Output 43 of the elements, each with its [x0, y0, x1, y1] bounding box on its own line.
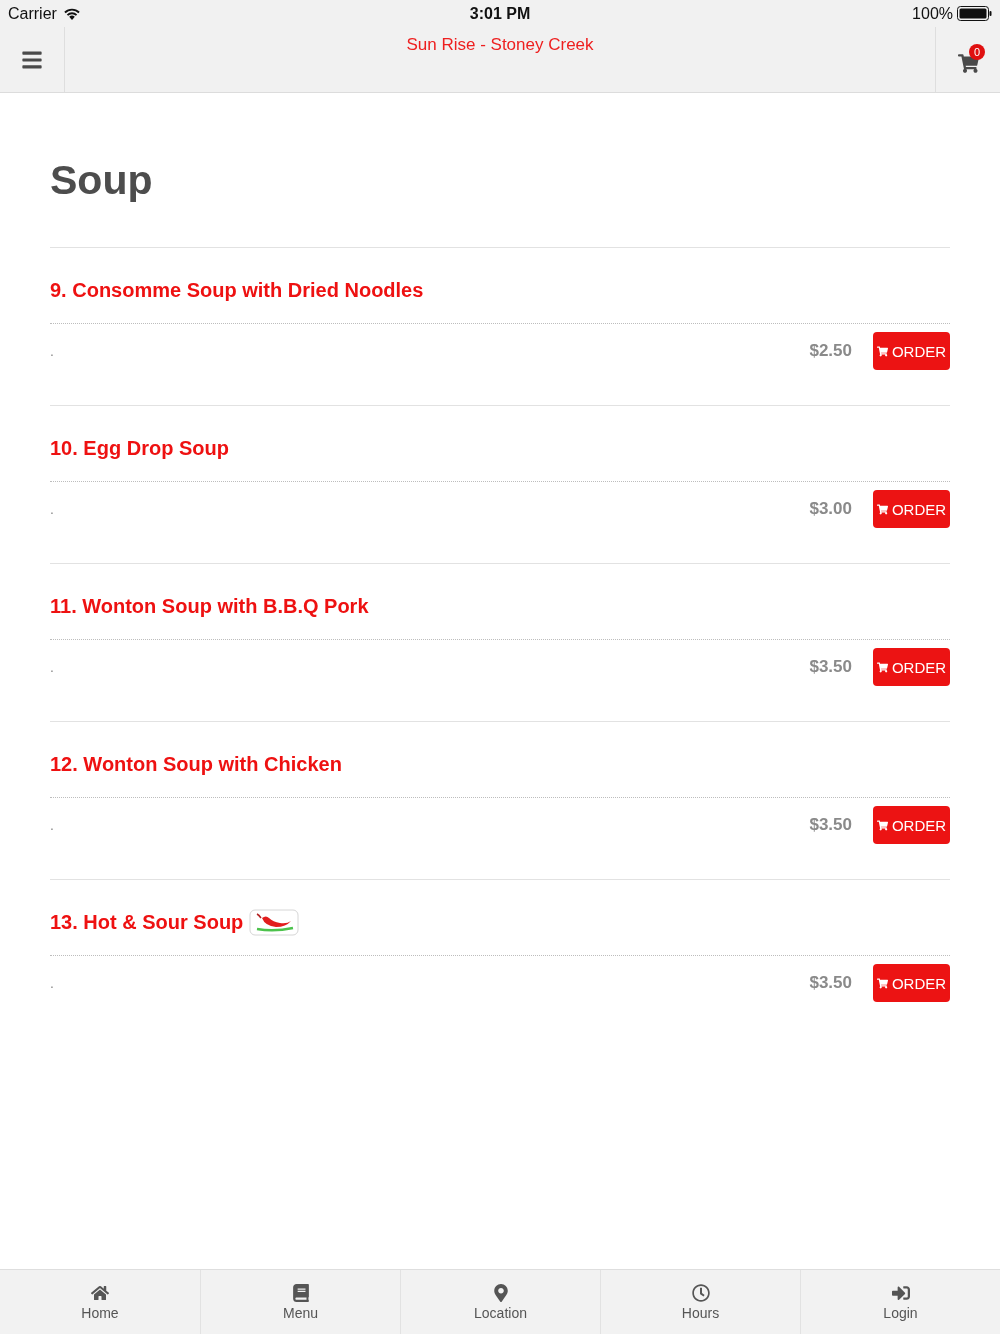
dish-name: 13. Hot & Sour Soup [50, 910, 244, 934]
sign-in-icon [891, 1283, 910, 1302]
dish-name: 10. Egg Drop Soup [50, 436, 229, 460]
dish-price: $3.00 [809, 499, 852, 519]
dish-price: $3.50 [809, 815, 852, 835]
battery-icon [957, 6, 992, 21]
order-button[interactable]: ORDER [873, 332, 950, 370]
wifi-icon [62, 7, 81, 20]
clock-icon [691, 1283, 710, 1302]
cart-icon [876, 819, 888, 831]
tab-bar-item[interactable]: Login [800, 1270, 1000, 1334]
dish-price: $3.50 [809, 657, 852, 677]
dish-description: . [50, 501, 54, 517]
restaurant-title: Sun Rise - Stoney Creek [406, 35, 594, 56]
dish-name: 9. Consomme Soup with Dried Noodles [50, 278, 424, 302]
cart-count-badge: 0 [969, 44, 985, 60]
book-icon [291, 1283, 310, 1302]
tab-bar-item[interactable]: Menu [200, 1270, 400, 1334]
battery-percent: 100% [912, 4, 953, 23]
dish-description: . [50, 659, 54, 675]
cart-icon [876, 345, 888, 357]
order-button[interactable]: ORDER [873, 964, 950, 1002]
map-pin-icon [491, 1283, 510, 1302]
home-icon [91, 1283, 109, 1302]
dish-description: . [50, 975, 54, 991]
dish-price: $3.50 [809, 973, 852, 993]
dish-name: 12. Wonton Soup with Chicken [50, 752, 342, 776]
carrier-label: Carrier [8, 4, 57, 23]
tab-bar-item[interactable]: Location [400, 1270, 600, 1334]
tab-bar-item[interactable]: Home [0, 1270, 200, 1334]
order-button[interactable]: ORDER [873, 490, 950, 528]
cart-icon [876, 503, 888, 515]
tab-bar-item[interactable]: Hours [600, 1270, 800, 1334]
cart-icon [876, 977, 888, 989]
status-time: 3:01 PM [469, 4, 531, 23]
dish-description: . [50, 817, 54, 833]
order-button[interactable]: ORDER [873, 806, 950, 844]
cart-icon [876, 661, 888, 673]
dish-price: $2.50 [809, 341, 852, 361]
order-button[interactable]: ORDER [873, 648, 950, 686]
dish-description: . [50, 343, 54, 359]
section-heading: Soup [50, 156, 154, 205]
dish-name: 11. Wonton Soup with B.B.Q Pork [50, 594, 369, 618]
